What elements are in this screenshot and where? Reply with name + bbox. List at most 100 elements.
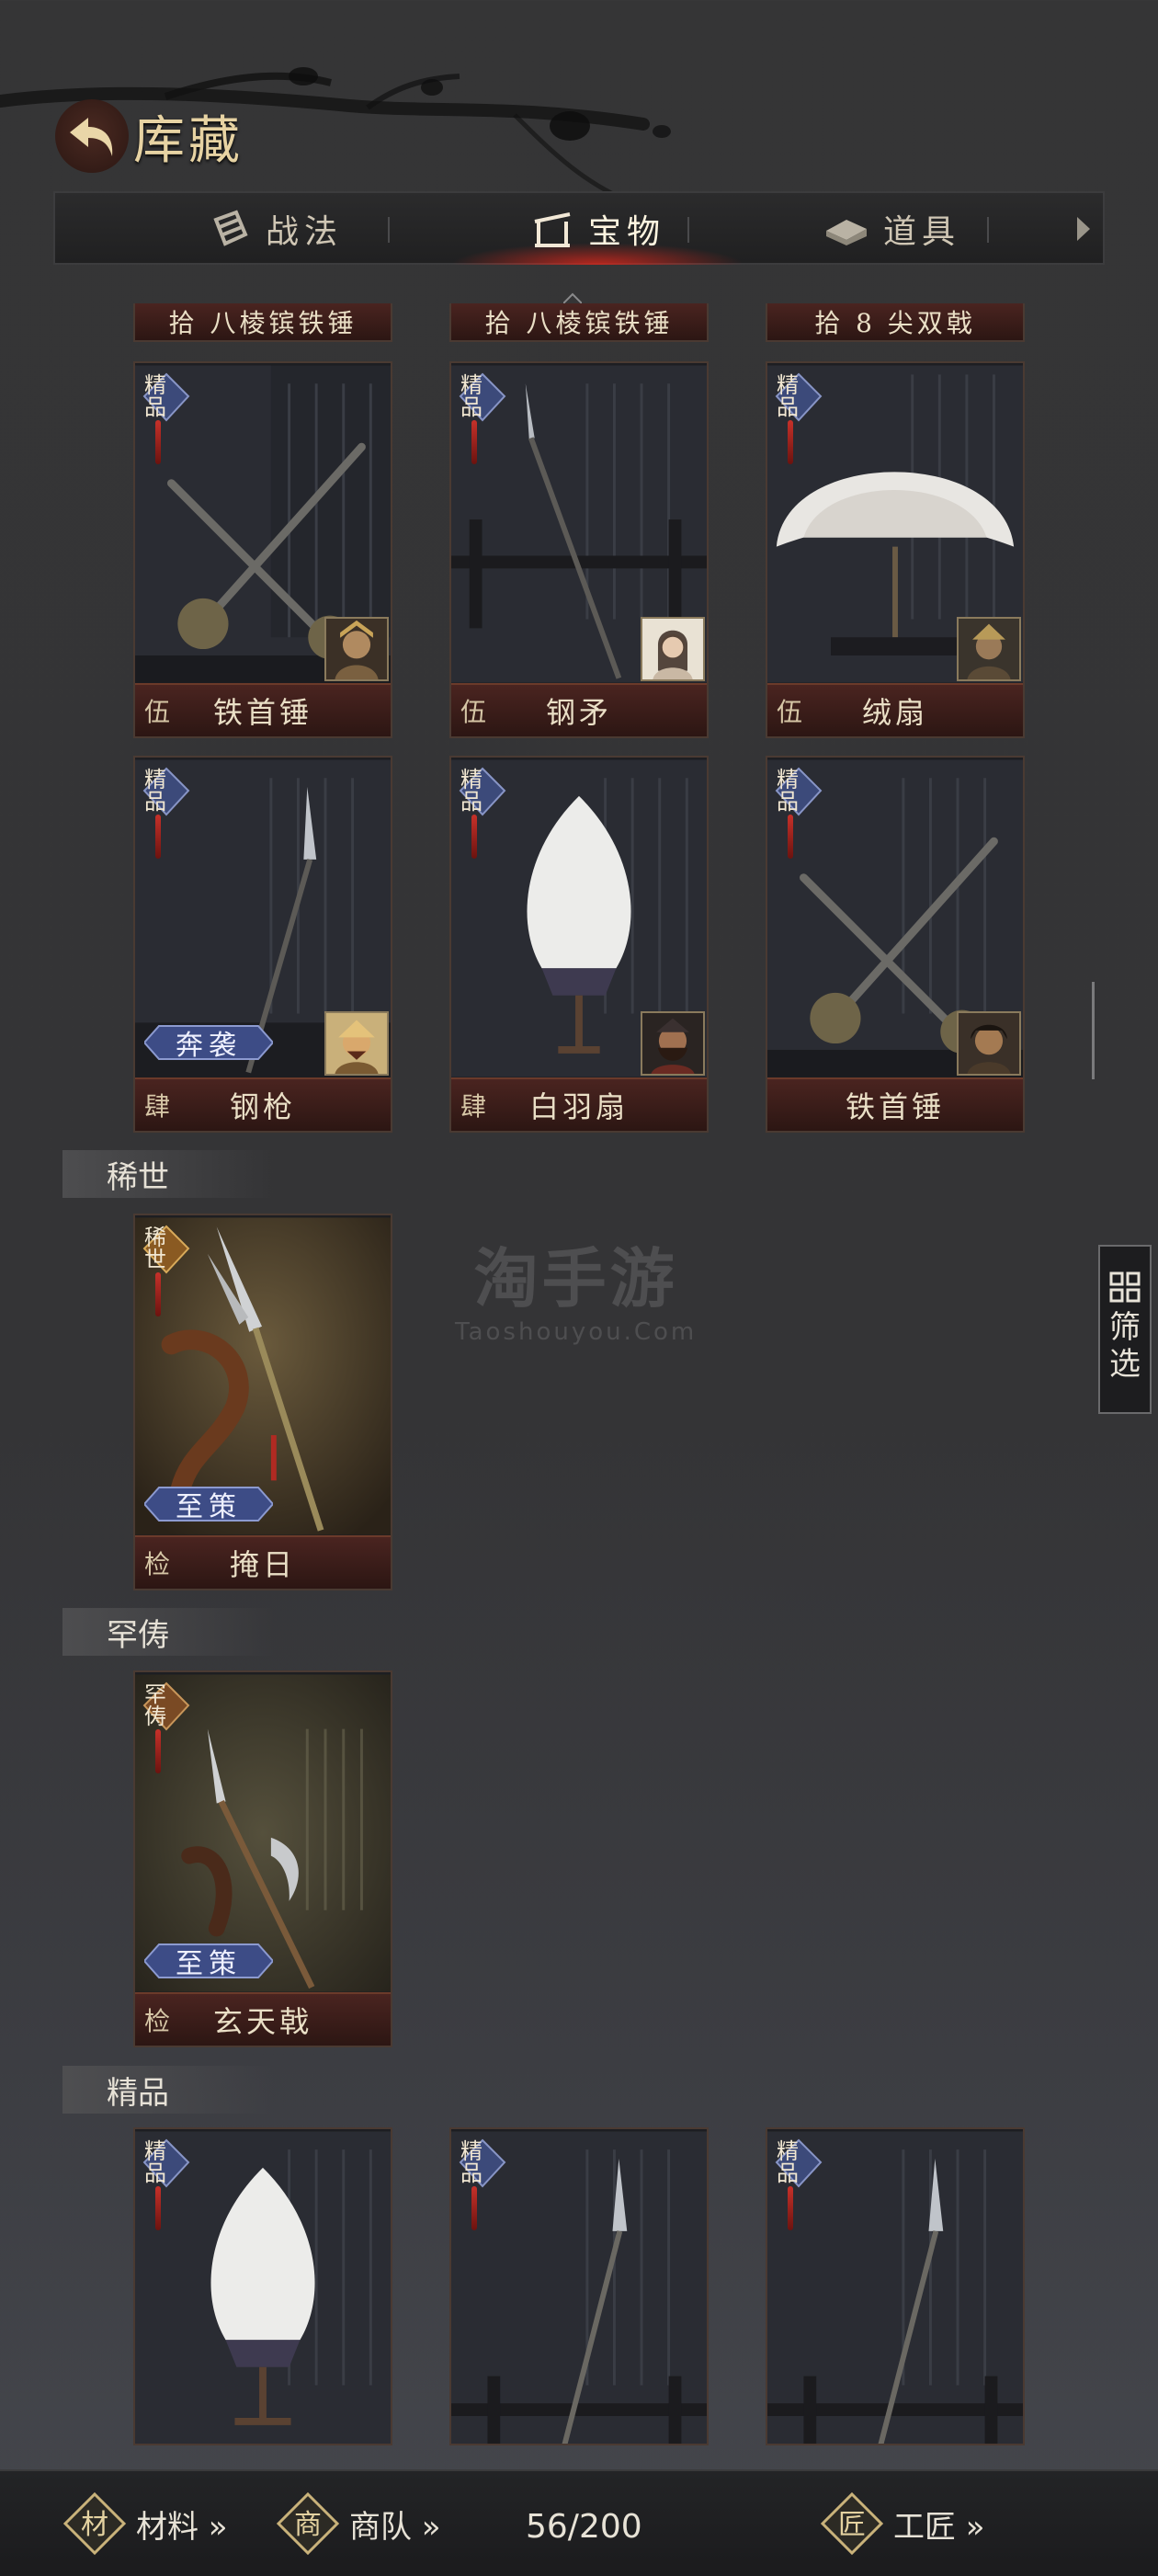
card-level: 检 (144, 2006, 171, 2036)
grade-badge-label: 精品 (777, 767, 799, 815)
card-level: 肆 (144, 1091, 171, 1122)
card-nameplate: 肆 钢枪 (135, 1077, 391, 1131)
tassel-decoration (471, 2186, 477, 2230)
artisan-button[interactable]: 匠 工匠 » (820, 2491, 985, 2556)
card-name: 掩日 (229, 1547, 296, 1582)
treasure-card[interactable]: 稀世 至策 检 掩日 (133, 1214, 392, 1590)
card-level: 伍 (460, 697, 487, 727)
general-avatar (324, 1011, 389, 1076)
treasure-card[interactable]: 精品 (449, 2127, 709, 2445)
card-name: 铁首锤 (845, 1089, 945, 1124)
back-arrow-icon (70, 118, 113, 156)
treasure-card[interactable]: 精品 奔袭 肆 钢枪 (133, 756, 392, 1133)
svg-text:匠: 匠 (838, 2509, 866, 2541)
card-nameplate: 铁首锤 (767, 1077, 1023, 1131)
tassel-decoration (155, 2186, 161, 2230)
back-button[interactable] (55, 99, 129, 173)
filter-button[interactable]: 筛选 (1098, 1245, 1152, 1414)
storage-count: 56/200 (526, 2508, 642, 2546)
chevron-right-icon[interactable] (1073, 215, 1092, 243)
caravan-button[interactable]: 商 商队 » (276, 2491, 441, 2556)
category-tab-bar: 战法 宝物 道具 (53, 191, 1105, 265)
treasure-card-partial[interactable]: 拾 8 尖双戟 (766, 303, 1025, 342)
tassel-decoration (471, 815, 477, 859)
grade-badge-label: 精品 (777, 372, 799, 420)
card-nameplate: 拾 八棱镔铁锤 (451, 303, 707, 340)
grade-badge: 精品 (775, 372, 823, 422)
treasure-card-partial[interactable]: 拾 八棱镔铁锤 (133, 303, 392, 342)
general-avatar (324, 617, 389, 681)
skill-tag: 奔袭 (144, 1024, 273, 1062)
caravan-icon: 商 (276, 2491, 340, 2556)
treasure-card[interactable]: 精品 伍 铁首锤 (133, 361, 392, 738)
card-name: 拾 八棱镔铁锤 (484, 308, 674, 338)
treasure-card[interactable]: 精品 伍 绒扇 (766, 361, 1025, 738)
grade-badge-label: 罕俦 (144, 1681, 166, 1729)
tab-treasures[interactable]: 宝物 (478, 193, 717, 265)
watermark-title: 淘手游 (473, 1241, 678, 1316)
general-avatar (957, 1011, 1021, 1076)
card-nameplate: 伍 绒扇 (767, 683, 1023, 736)
tab-tactics[interactable]: 战法 (165, 193, 386, 265)
treasure-card-partial[interactable]: 拾 八棱镔铁锤 (449, 303, 709, 342)
treasure-card[interactable]: 精品 伍 钢矛 (449, 361, 709, 738)
card-name: 钢枪 (229, 1089, 296, 1124)
treasure-card[interactable]: 精品 (766, 2127, 1025, 2445)
card-name: 钢矛 (545, 695, 612, 730)
card-level: 伍 (777, 697, 803, 727)
section-header-jingpin: 精品 (62, 2066, 274, 2114)
skill-tag-label: 至策 (176, 1491, 242, 1523)
general-avatar (957, 617, 1021, 681)
tab-tactics-label: 战法 (265, 213, 343, 251)
tab-items[interactable]: 道具 (772, 193, 1011, 265)
bottom-toolbar: 材 材料 » 商 商队 » 56/200 匠 工匠 » (0, 2469, 1158, 2576)
grade-badge: 精品 (142, 372, 190, 422)
tassel-decoration (155, 1272, 161, 1316)
tab-divider (987, 217, 989, 243)
grade-badge-label: 精品 (460, 2138, 482, 2186)
card-name: 铁首锤 (212, 695, 312, 730)
scrollbar-thumb[interactable] (1092, 982, 1095, 1079)
treasure-card[interactable]: 精品 肆 白羽扇 (449, 756, 709, 1133)
grade-badge: 精品 (142, 767, 190, 816)
tassel-decoration (155, 815, 161, 859)
watermark-url: Taoshouyou.Com (455, 1318, 698, 1346)
grade-badge-label: 精品 (144, 767, 166, 815)
card-name: 白羽扇 (528, 1089, 629, 1124)
tab-treasures-label: 宝物 (587, 213, 665, 251)
section-header-xishi: 稀世 (62, 1150, 274, 1198)
artisan-icon: 匠 (820, 2491, 884, 2556)
materials-button[interactable]: 材 材料 » (62, 2491, 228, 2556)
card-name: 拾 八棱镔铁锤 (168, 308, 358, 338)
treasure-card[interactable]: 精品 铁首锤 (766, 756, 1025, 1133)
card-nameplate: 伍 钢矛 (451, 683, 707, 736)
general-avatar (641, 1011, 705, 1076)
grade-badge-label: 精品 (460, 372, 482, 420)
tassel-decoration (471, 420, 477, 464)
grid-filter-icon (1109, 1271, 1141, 1303)
tassel-decoration (155, 1729, 161, 1773)
caravan-label: 商队 » (349, 2508, 441, 2546)
tab-divider (687, 217, 689, 243)
materials-label: 材料 » (136, 2508, 228, 2546)
watermark: 淘手游 Taoshouyou.Com (455, 1227, 697, 1346)
card-nameplate: 拾 八棱镔铁锤 (135, 303, 391, 340)
skill-tag: 至策 (144, 1486, 273, 1523)
grade-badge: 精品 (775, 2138, 823, 2188)
card-level: 检 (144, 1549, 171, 1579)
card-nameplate: 伍 铁首锤 (135, 683, 391, 736)
grade-badge: 精品 (142, 2138, 190, 2188)
grade-badge: 精品 (459, 2138, 506, 2188)
filter-button-label: 筛选 (1109, 1309, 1141, 1383)
svg-text:材: 材 (81, 2509, 108, 2541)
tassel-decoration (155, 420, 161, 464)
artisan-label: 工匠 » (893, 2508, 985, 2546)
tassel-decoration (788, 420, 793, 464)
grade-badge: 精品 (459, 372, 506, 422)
weapon-rack-icon (534, 212, 571, 247)
tab-items-label: 道具 (882, 213, 960, 251)
treasure-card[interactable]: 精品 (133, 2127, 392, 2445)
grade-badge-label: 稀世 (144, 1225, 166, 1272)
card-nameplate: 拾 8 尖双戟 (767, 303, 1023, 340)
treasure-card[interactable]: 罕俦 至策 检 玄天戟 (133, 1670, 392, 2047)
